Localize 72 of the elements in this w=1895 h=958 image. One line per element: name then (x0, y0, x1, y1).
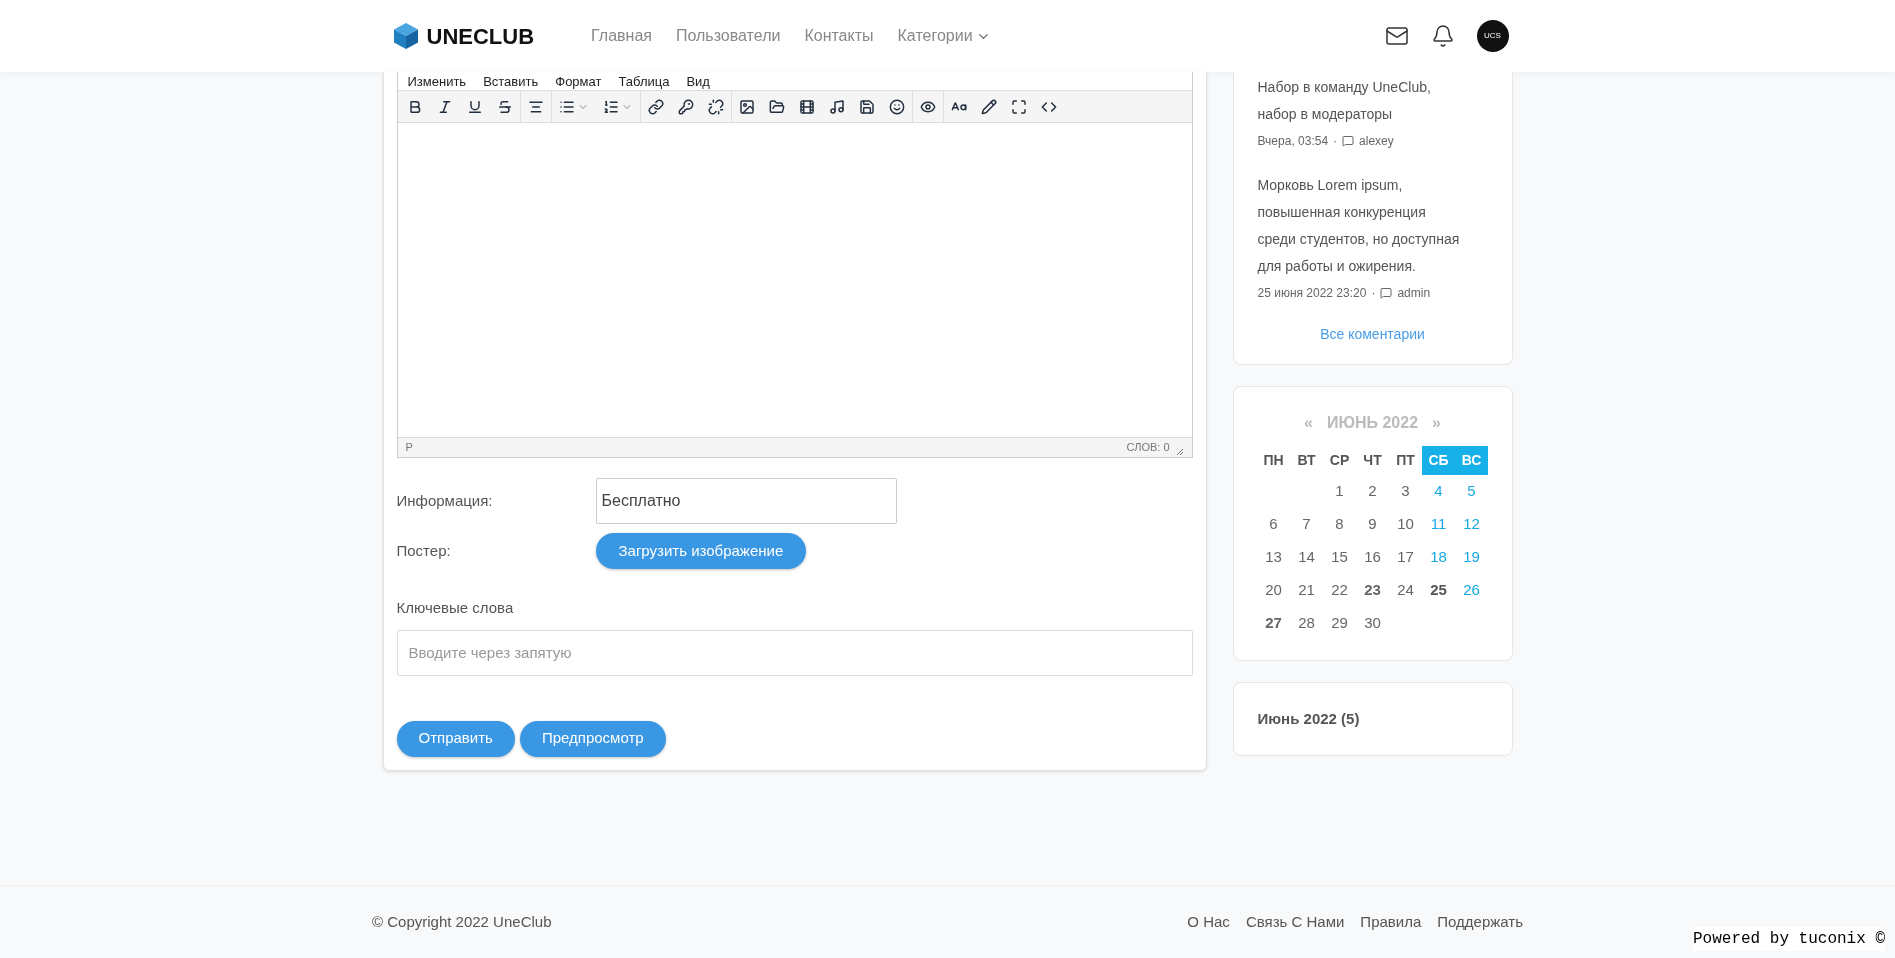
calendar-day[interactable]: 25 (1422, 574, 1455, 607)
comment-text[interactable]: Набор в команду UneClub, набор в модераторы (1257, 74, 1488, 128)
nav-link[interactable]: Категории (897, 24, 991, 48)
calendar-day[interactable]: 28 (1290, 607, 1323, 640)
nav-link[interactable]: Контакты (804, 24, 874, 48)
mail-icon[interactable] (1384, 24, 1409, 48)
calendar-day[interactable]: 10 (1389, 508, 1422, 541)
calendar-day[interactable]: 13 (1257, 541, 1290, 574)
calendar-month: ИЮНЬ 2022 (1326, 413, 1419, 433)
weekday-header: СБ (1422, 446, 1455, 475)
bell-icon[interactable] (1430, 24, 1455, 48)
brand-name: UNECLUB (426, 22, 535, 51)
weekday-header: ВС (1455, 446, 1488, 475)
comment-icon (1380, 287, 1393, 299)
calendar-day[interactable]: 29 (1323, 607, 1356, 640)
word-count: СЛОВ: 0 (1126, 440, 1170, 456)
calendar-day[interactable]: 21 (1290, 574, 1323, 607)
nav-link[interactable]: Пользователи (675, 24, 781, 48)
form-button[interactable]: Предпросмотр (519, 720, 666, 757)
menu-item[interactable]: Таблица (618, 74, 670, 88)
weekday-header: ВТ (1296, 451, 1317, 470)
copyright-text: © Copyright 2022 UneClub (372, 911, 552, 932)
menu-item[interactable]: Изменить (407, 74, 467, 88)
cube-logo-icon (392, 22, 419, 50)
calendar-day[interactable]: 15 (1323, 541, 1356, 574)
comment-icon (1342, 135, 1355, 147)
element-path: P (405, 440, 413, 456)
upload-image-button[interactable]: Загрузить изображение (595, 533, 807, 569)
calendar-day[interactable]: 6 (1257, 508, 1290, 541)
calendar-day[interactable]: 30 (1356, 607, 1389, 640)
calendar-day[interactable]: 17 (1389, 541, 1422, 574)
footer-link[interactable]: О Нас (1187, 910, 1230, 934)
field-label: Информация: (396, 491, 494, 511)
field-label: Ключевые слова (396, 598, 515, 618)
calendar-day[interactable]: 1 (1323, 475, 1356, 508)
calendar-day[interactable]: 23 (1356, 574, 1389, 607)
calendar-day[interactable]: 27 (1257, 607, 1290, 640)
footer-link[interactable]: Поддержать (1437, 910, 1523, 934)
menu-item[interactable]: Вид (686, 74, 710, 88)
calendar-day[interactable]: 7 (1290, 508, 1323, 541)
form-button[interactable]: Отправить (396, 720, 515, 757)
avatar[interactable]: UCS (1476, 20, 1509, 52)
calendar-day[interactable]: 8 (1323, 508, 1356, 541)
footer-link[interactable]: Связь С Нами (1245, 910, 1345, 934)
comment-author[interactable]: admin (1397, 284, 1431, 302)
weekday-header: ПН (1262, 451, 1285, 470)
calendar-day[interactable]: 2 (1356, 475, 1389, 508)
weekday-header: СР (1328, 451, 1351, 470)
calendar-day[interactable]: 3 (1389, 475, 1422, 508)
calendar-day[interactable]: 22 (1323, 574, 1356, 607)
calendar-day[interactable]: 20 (1257, 574, 1290, 607)
archive-link[interactable]: Июнь 2022 (5) (1257, 710, 1360, 727)
powered-by-label: Powered by tuconix © (1692, 927, 1885, 951)
comment-date: 25 июня 2022 23:20 (1257, 285, 1367, 302)
comment-date: Вчера, 03:54 (1257, 133, 1329, 150)
calendar-day[interactable]: 14 (1290, 541, 1323, 574)
footer-link[interactable]: Правила (1360, 910, 1422, 934)
comment-author[interactable]: alexey (1359, 132, 1394, 150)
weekday-header: ЧТ (1362, 451, 1383, 470)
info-input[interactable]: Бесплатно (595, 478, 897, 524)
comment-text[interactable]: Морковь Lorem ipsum, повышенная конкуренция среди студентов, но доступная для работы и ожирения. (1257, 172, 1488, 280)
separator-dot: · (1371, 285, 1376, 302)
separator-dot: · (1333, 133, 1338, 150)
calendar-day[interactable]: 9 (1356, 508, 1389, 541)
menu-item[interactable]: Формат (555, 74, 602, 88)
calendar-day[interactable]: 24 (1389, 574, 1422, 607)
keywords-field[interactable]: Вводите через запятую (396, 629, 1193, 676)
calendar-day[interactable]: 16 (1356, 541, 1389, 574)
weekday-header: ПТ (1395, 451, 1416, 470)
menu-item[interactable]: Вставить (483, 74, 539, 88)
field-label: Постер: (396, 541, 452, 561)
nav-link[interactable]: Главная (591, 24, 652, 48)
